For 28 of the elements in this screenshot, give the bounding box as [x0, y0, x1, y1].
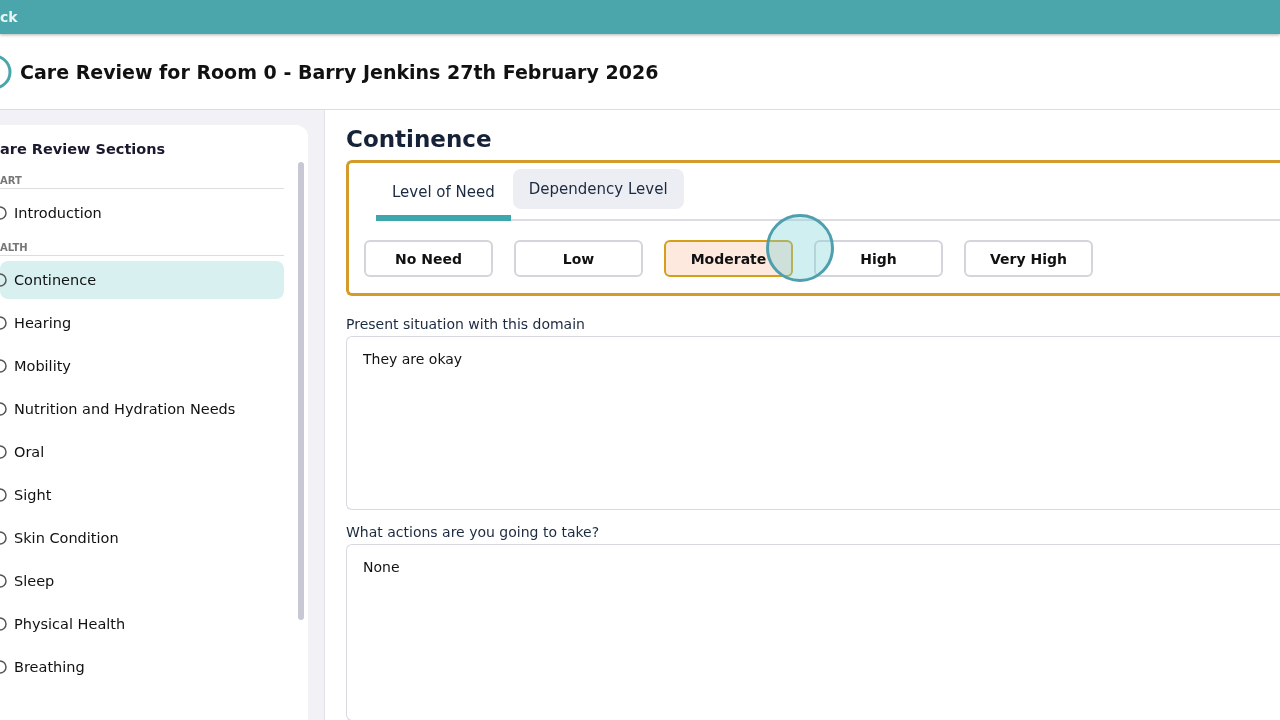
- level-option[interactable]: No Need: [364, 240, 493, 277]
- panel-title: are Review Sections: [0, 140, 167, 159]
- section-item[interactable]: Sleep: [0, 562, 284, 600]
- section-item[interactable]: Skin Condition: [0, 519, 284, 557]
- group-label: ALTH: [0, 242, 284, 256]
- text-area[interactable]: None: [346, 543, 1280, 720]
- page-title: Care Review for Room 0 - Barry Jenkins 27th February 2026: [20, 60, 659, 83]
- section-item[interactable]: Breathing: [0, 648, 284, 686]
- tab[interactable]: Dependency Level: [512, 169, 684, 209]
- section-item[interactable]: Hearing: [0, 304, 284, 342]
- section-item[interactable]: Physical Health: [0, 605, 284, 643]
- level-option[interactable]: High: [814, 240, 943, 277]
- section-item[interactable]: Oral: [0, 433, 284, 471]
- section-item[interactable]: Introduction: [0, 194, 284, 232]
- section-item[interactable]: Sight: [0, 476, 284, 514]
- scrollbar[interactable]: [298, 162, 304, 620]
- level-option[interactable]: Very High: [964, 240, 1093, 277]
- section-item[interactable]: Mobility: [0, 347, 284, 385]
- level-option[interactable]: Low: [514, 240, 643, 277]
- section-item[interactable]: Continence: [0, 261, 284, 299]
- section-title: Continence: [346, 126, 493, 152]
- group-label: ART: [0, 175, 284, 189]
- section-item[interactable]: Nutrition and Hydration Needs: [0, 390, 284, 428]
- tab[interactable]: Level of Need: [376, 169, 511, 221]
- level-option[interactable]: Moderate: [664, 240, 793, 277]
- text-area[interactable]: They are okay: [346, 336, 1280, 510]
- field-label: Present situation with this domain: [346, 316, 586, 332]
- field-label: What actions are you going to take?: [346, 523, 601, 540]
